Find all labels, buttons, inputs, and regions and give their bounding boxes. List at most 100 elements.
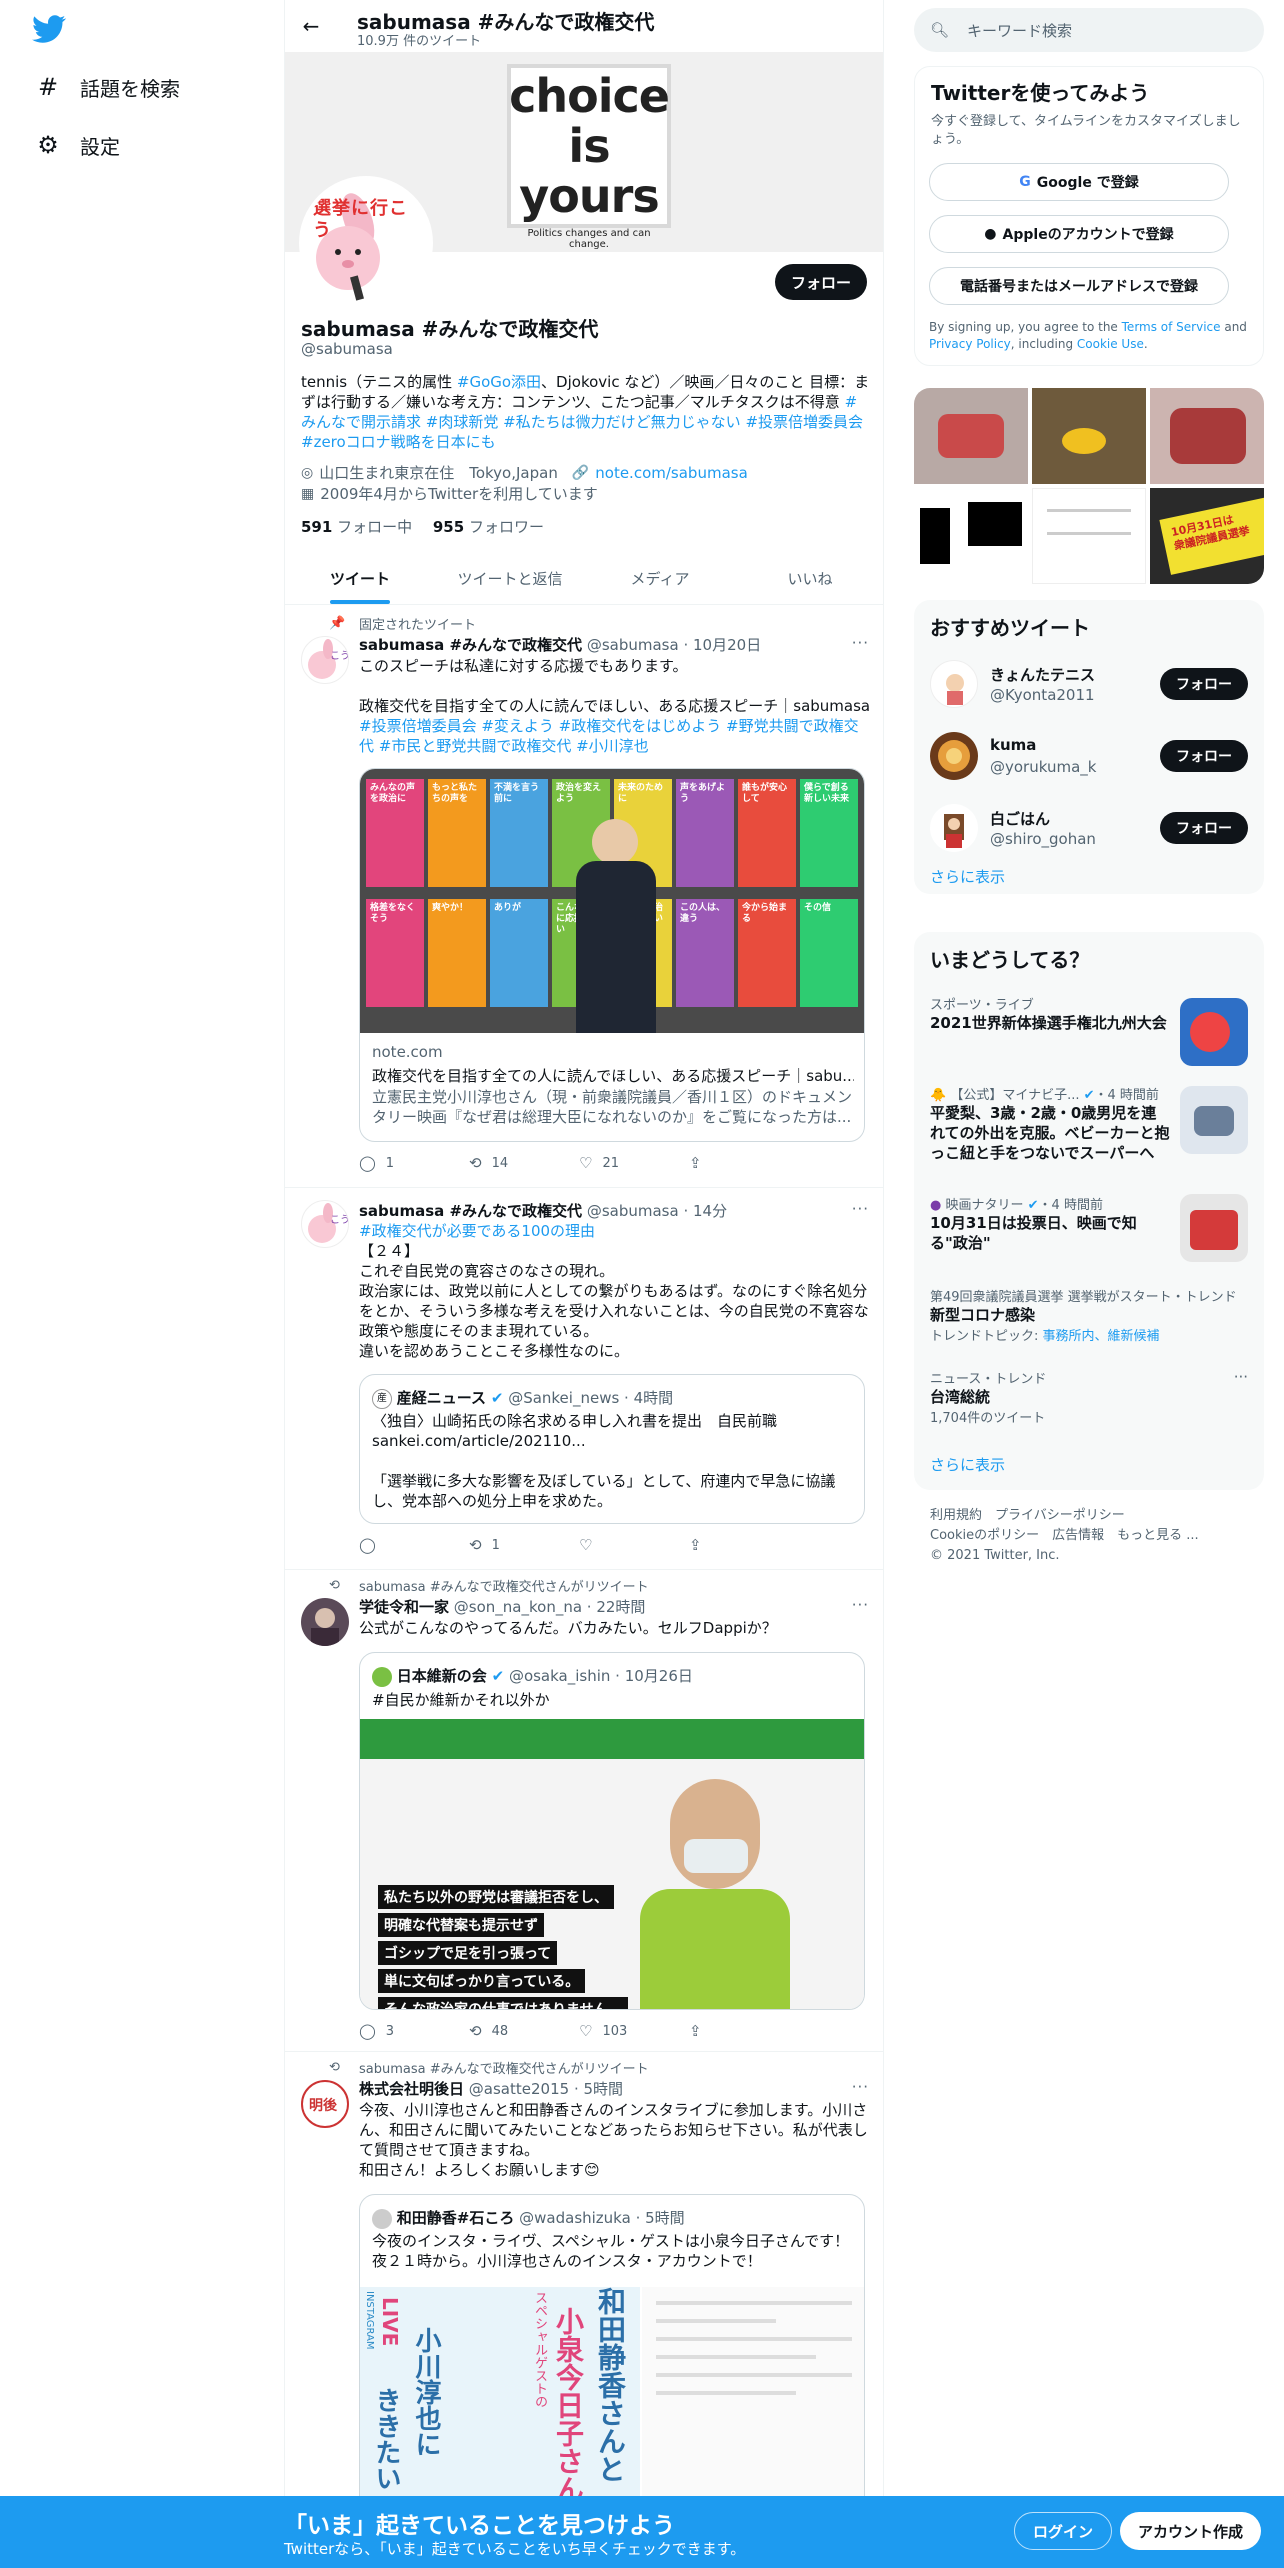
more-icon[interactable]: ···	[852, 634, 869, 652]
follow-button[interactable]: フォロー	[1160, 668, 1248, 700]
show-more-link[interactable]: さらに表示	[930, 866, 1005, 887]
following-link[interactable]: 591 フォロー中	[301, 518, 412, 536]
author-name[interactable]: sabumasa #みんなで政権交代	[359, 636, 582, 654]
tweet-time[interactable]: 14分	[693, 1202, 727, 1220]
chick-icon: 🐥	[930, 1088, 947, 1103]
google-signup-button[interactable]: G Google で登録	[929, 163, 1229, 201]
tweet[interactable]: ⟲ sabumasa #みんなで政権交代さんがリツイート 学徒令和一家 @son_…	[285, 1570, 883, 2052]
tab-media[interactable]: メディア	[585, 552, 735, 604]
tweet[interactable]: こう sabumasa #みんなで政権交代 @sabumasa · 14分 ··…	[285, 1188, 883, 1570]
media-thumb[interactable]	[1150, 388, 1264, 484]
follow-button[interactable]: フォロー	[1160, 812, 1248, 844]
tweet[interactable]: 📌 固定されたツイート こう sabumasa #みんなで政権交代 @sabuma…	[285, 606, 883, 1188]
tweet-time[interactable]: 22時間	[596, 1598, 645, 1616]
footer-line[interactable]: 利用規約 プライバシーポリシー	[930, 1506, 1260, 1526]
campaign-board: ありが	[490, 899, 548, 1007]
avatar-text: 選挙に行こう	[313, 198, 408, 241]
tab-likes[interactable]: いいね	[735, 552, 883, 604]
twitter-bird-icon[interactable]	[32, 12, 66, 46]
like-button[interactable]: ♡ 103	[579, 2022, 689, 2040]
trend-item[interactable]: ● 映画ナタリー ✔・4 時間前 10月31日は投票日、映画で知る"政治"	[930, 1194, 1248, 1266]
retweet-button[interactable]: ⟲ 1	[469, 1536, 579, 1554]
trend-item[interactable]: 🐥 【公式】マイナビ子... ✔・4 時間前 平愛梨、3歳・2歳・0歳男児を連れ…	[930, 1084, 1248, 1174]
nav-settings[interactable]: ⚙ 設定	[36, 125, 120, 165]
reply-button[interactable]: ◯	[359, 1536, 469, 1554]
media-thumb[interactable]: 10月31日は 衆議院議員選挙	[1150, 488, 1264, 584]
like-button[interactable]: ♡ 21	[579, 1154, 689, 1172]
retweet-button[interactable]: ⟲ 14	[469, 1154, 579, 1172]
more-icon[interactable]: ···	[1234, 1368, 1248, 1386]
author-name[interactable]: 株式会社明後日	[359, 2080, 464, 2098]
avatar[interactable]	[301, 1598, 349, 1646]
bio-hashtag[interactable]: #GoGo添田	[457, 373, 541, 391]
reply-button[interactable]: ◯ 3	[359, 2022, 469, 2040]
trend-item[interactable]: 第49回衆議院議員選挙 選挙戦がスタート・トレンド 新型コロナ感染 トレンドトピ…	[930, 1286, 1248, 1358]
poster-word: INSTAGRAM	[364, 2291, 375, 2350]
avatar[interactable]: こう	[301, 636, 349, 684]
trend-topics-links[interactable]: 事務所内、維新候補	[1043, 1329, 1160, 1344]
login-button[interactable]: ログイン	[1014, 2512, 1113, 2550]
tweet-text: 今夜、小川淳也さんと和田静香さんのインスタライブに参加します。小川さん、和田さん…	[359, 2101, 868, 2179]
apple-signup-button[interactable]: ● Appleのアカウントで登録	[929, 215, 1229, 253]
phone-signup-button[interactable]: 電話番号またはメールアドレスで登録	[929, 267, 1229, 305]
reply-button[interactable]: ◯ 1	[359, 1154, 469, 1172]
followers-link[interactable]: 955 フォロワー	[433, 518, 544, 536]
author-name[interactable]: 学徒令和一家	[359, 1598, 449, 1616]
avatar[interactable]: こう	[301, 1200, 349, 1248]
recommended-user[interactable]: きょんたテニス @Kyonta2011 フォロー	[930, 654, 1248, 714]
author-handle[interactable]: @son_na_kon_na	[454, 1598, 582, 1616]
natalie-icon: ●	[930, 1198, 942, 1213]
share-button[interactable]: ⇪	[689, 1536, 799, 1554]
quote-tweet[interactable]: 日本維新の会 ✔ @osaka_ishin · 10月26日 #自民か維新かそれ…	[359, 1652, 865, 2010]
tweet-hashtag[interactable]: #政権交代が必要である100の理由	[359, 1221, 871, 1241]
quote-tweet[interactable]: 産 産経ニュース ✔ @Sankei_news · 4時間 〈独自〉山崎拓氏の除…	[359, 1374, 865, 1524]
recommended-user[interactable]: kuma @yorukuma_k フォロー	[930, 726, 1248, 786]
avatar[interactable]: 明後	[301, 2080, 349, 2128]
trend-item[interactable]: ニュース・トレンド 台湾総統 1,704件のツイート ···	[930, 1368, 1248, 1432]
profile-url[interactable]: note.com/sabumasa	[595, 464, 748, 482]
tweet-time[interactable]: 10月20日	[693, 636, 761, 654]
recommended-user[interactable]: 白ごはん @shiro_gohan フォロー	[930, 798, 1248, 858]
footer-line[interactable]: Cookieのポリシー 広告情報 もっと見る ...	[930, 1526, 1260, 1546]
follow-button[interactable]: フォロー	[774, 264, 867, 300]
card-domain: note.com	[372, 1043, 443, 1061]
more-icon[interactable]: ···	[852, 1596, 869, 1614]
privacy-link[interactable]: Privacy Policy	[929, 337, 1011, 351]
follow-button[interactable]: フォロー	[1160, 740, 1248, 772]
nav-explore[interactable]: # 話題を検索	[36, 67, 180, 107]
campaign-board: 格差をなくそう	[366, 899, 424, 1007]
author-handle[interactable]: @sabumasa	[587, 636, 679, 654]
link-card[interactable]: みんなの声を政治に もっと私たちの声を 不満を言う前に 政治を変えよう 未来のために 声を…	[359, 768, 865, 1142]
trend-item[interactable]: スポーツ・ライブ 2021世界新体操選手権北九州大会	[930, 994, 1248, 1066]
media-thumb[interactable]	[1032, 488, 1146, 584]
share-button[interactable]: ⇪	[689, 2022, 799, 2040]
media-thumb[interactable]	[1032, 388, 1146, 484]
quote-tweet[interactable]: 和田静香#石ころ @wadashizuka · 5時間 今夜のインスタ・ライヴ、…	[359, 2194, 865, 2534]
media-thumb[interactable]	[914, 388, 1028, 484]
like-button[interactable]: ♡	[579, 1536, 689, 1554]
author-handle[interactable]: @asatte2015	[469, 2080, 569, 2098]
show-more-link[interactable]: さらに表示	[930, 1454, 1005, 1475]
trend-title: 台湾総統	[930, 1388, 991, 1406]
tab-tweets-replies[interactable]: ツイートと返信	[435, 552, 585, 604]
share-button[interactable]: ⇪	[689, 1154, 799, 1172]
author-handle[interactable]: @sabumasa	[587, 1202, 679, 1220]
more-icon[interactable]: ···	[852, 2078, 869, 2096]
tab-tweets[interactable]: ツイート	[285, 552, 435, 604]
media-thumb[interactable]	[914, 488, 1028, 584]
author-name[interactable]: sabumasa #みんなで政権交代	[359, 1202, 582, 1220]
media-grid[interactable]: 10月31日は 衆議院議員選挙	[914, 388, 1264, 584]
tweet-hashtags[interactable]: #投票倍増委員会 #変えよう #政権交代をはじめよう #野党共闘で政権交代 #市…	[359, 716, 871, 756]
search-box[interactable]: 🔍︎ キーワード検索	[914, 8, 1264, 52]
tweet-time[interactable]: 5時間	[583, 2080, 623, 2098]
terms-link[interactable]: Terms of Service	[1122, 320, 1221, 334]
tweet[interactable]: ⟲ sabumasa #みんなで政権交代さんがリツイート 明後 株式会社明後日 @…	[285, 2052, 883, 2534]
profile-avatar[interactable]: 選挙に行こう	[299, 176, 433, 310]
signup-button[interactable]: アカウント作成	[1120, 2512, 1262, 2550]
retweet-button[interactable]: ⟲ 48	[469, 2022, 579, 2040]
quote-image: 私たち以外の野党は審議拒否をし、 明確な代替案も提示せず ゴシップで足を引っ張って単…	[360, 1719, 864, 2009]
poster-word: LIVE	[378, 2297, 402, 2347]
more-icon[interactable]: ···	[852, 1200, 869, 1218]
back-arrow-icon[interactable]: ←	[299, 14, 323, 38]
cookie-link[interactable]: Cookie Use	[1077, 337, 1144, 351]
